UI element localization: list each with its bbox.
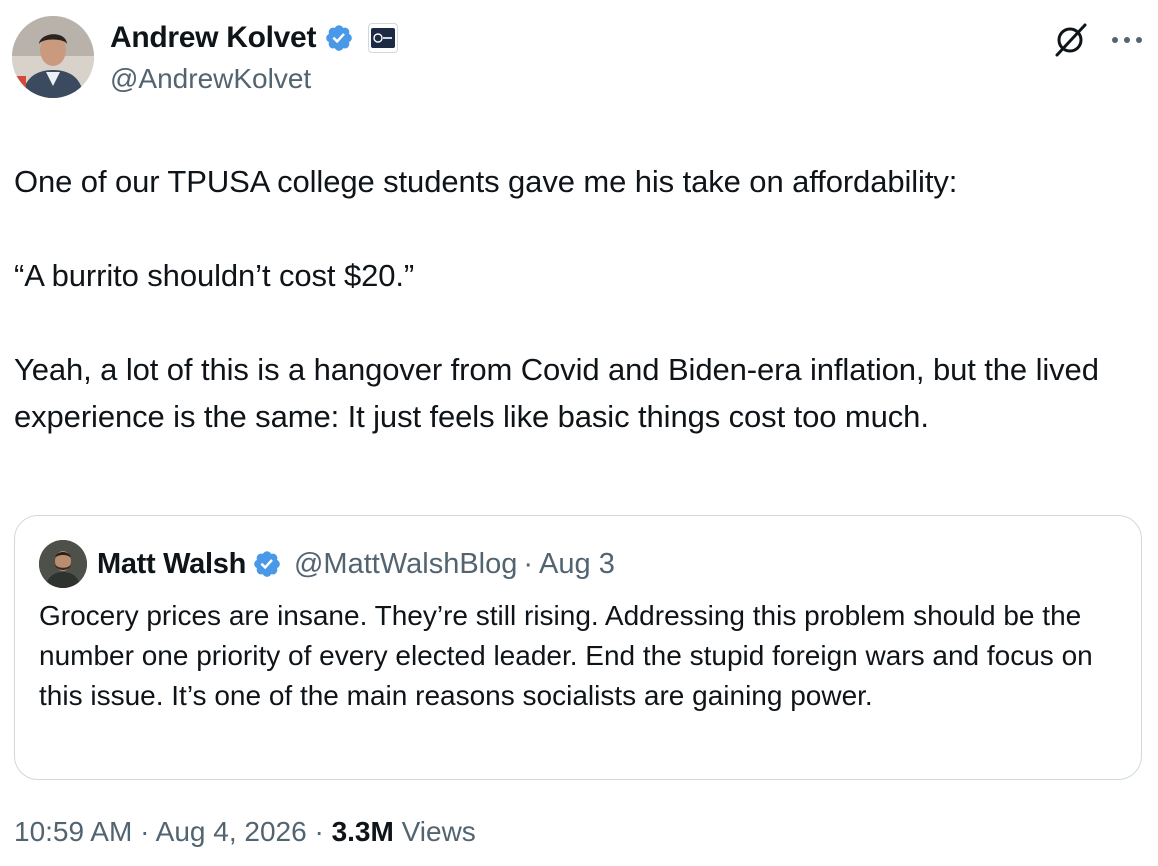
author-avatar[interactable] xyxy=(12,16,94,98)
footer-separator: · xyxy=(314,816,324,847)
quote-header: Matt Walsh @MattWalshBlog · Aug 3 xyxy=(97,544,615,584)
tweet-paragraph: Yeah, a lot of this is a hangover from C… xyxy=(14,352,1099,434)
footer-separator: · xyxy=(140,816,150,847)
post-time[interactable]: 10:59 AM xyxy=(14,816,132,847)
verified-badge-icon xyxy=(324,23,354,53)
tweet-paragraph: “A burrito shouldn’t cost $20.” xyxy=(14,258,415,293)
author-avatar-image xyxy=(12,16,94,98)
quote-text: Grocery prices are insane. They’re still… xyxy=(39,600,1093,711)
author-name[interactable]: Andrew Kolvet xyxy=(110,18,316,58)
author-name-row: Andrew Kolvet xyxy=(110,18,399,58)
tweet-text: One of our TPUSA college students gave m… xyxy=(14,158,1134,440)
affiliate-badge-icon[interactable] xyxy=(368,23,399,53)
more-icon[interactable] xyxy=(1104,20,1150,60)
views-label: Views xyxy=(401,816,476,847)
quote-separator: · xyxy=(523,547,534,580)
grok-icon[interactable] xyxy=(1050,20,1090,60)
quote-avatar-image xyxy=(39,540,87,588)
tweet-paragraph: One of our TPUSA college students gave m… xyxy=(14,164,958,199)
tweet: Andrew Kolvet @AndrewKolvet One of our T… xyxy=(0,0,1158,866)
views-count: 3.3M xyxy=(331,816,394,847)
quote-verified-badge-icon xyxy=(252,549,282,579)
quoted-tweet[interactable]: Matt Walsh @MattWalshBlog · Aug 3 Grocer… xyxy=(14,515,1142,780)
quote-author-avatar[interactable] xyxy=(39,540,87,588)
quote-author-name[interactable]: Matt Walsh xyxy=(97,548,246,581)
post-date[interactable]: Aug 4, 2026 xyxy=(156,816,307,847)
quote-date[interactable]: Aug 3 xyxy=(539,548,615,581)
author-handle[interactable]: @AndrewKolvet xyxy=(110,60,311,98)
quote-author-handle[interactable]: @MattWalshBlog xyxy=(294,548,517,581)
tweet-footer: 10:59 AM · Aug 4, 2026 · 3.3M Views xyxy=(14,812,476,852)
